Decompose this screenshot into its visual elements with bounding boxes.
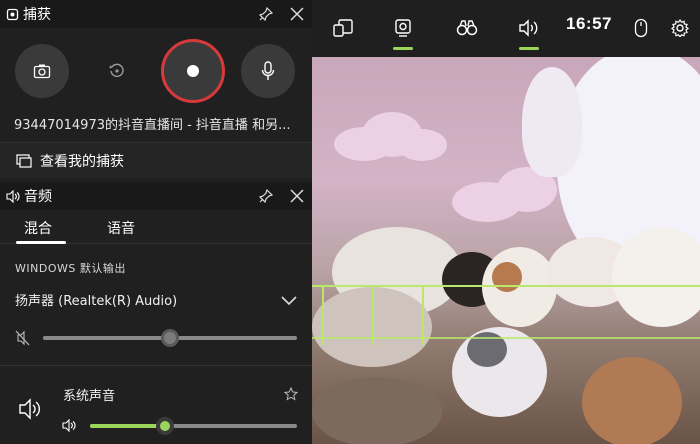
speaker-muted-icon[interactable]	[15, 330, 31, 346]
capture-icon	[393, 18, 413, 38]
speaker-icon	[518, 19, 540, 37]
chevron-down-icon[interactable]	[280, 292, 298, 306]
puppy	[612, 227, 700, 327]
capture-widget-title: 捕获	[23, 7, 51, 23]
clock: 16:57	[566, 14, 612, 33]
capture-active-indicator	[393, 47, 413, 50]
tab-voice[interactable]: 语音	[107, 218, 135, 238]
performance-widget-toggle[interactable]	[452, 14, 482, 42]
plush-toy-ear	[522, 67, 582, 177]
capture-widget-icon	[6, 8, 19, 21]
system-sound-icon	[18, 398, 44, 420]
fence-rail	[312, 285, 700, 287]
screenshot-button[interactable]	[15, 44, 69, 98]
capture-widget-header[interactable]: 捕获	[0, 0, 312, 28]
pin-icon[interactable]	[256, 186, 276, 206]
puppy	[312, 377, 442, 444]
audio-widget-toggle[interactable]	[514, 14, 544, 50]
master-volume-slider[interactable]	[43, 329, 297, 347]
audio-tabs: 混合 语音	[0, 212, 312, 244]
game-bar-top: 16:57	[312, 0, 700, 57]
microphone-button[interactable]	[241, 44, 295, 98]
camera-icon	[33, 63, 51, 79]
mouse-icon	[634, 18, 648, 38]
active-tab-indicator	[16, 241, 66, 244]
tab-mix[interactable]: 混合	[24, 218, 52, 238]
gallery-icon	[16, 153, 32, 168]
favorite-star-icon[interactable]	[284, 387, 298, 401]
output-section-label: WINDOWS 默认输出	[15, 262, 126, 275]
microphone-icon	[261, 61, 275, 81]
audio-widget-header[interactable]: 音频	[0, 182, 312, 210]
mouse-settings-button[interactable]	[626, 14, 656, 42]
widget-menu-button[interactable]	[328, 14, 358, 42]
replay-icon	[108, 62, 126, 80]
cloud-decoration	[397, 129, 447, 161]
fence-post	[372, 285, 374, 345]
fence-post	[422, 285, 424, 345]
binoculars-icon	[456, 20, 478, 36]
audio-widget-title: 音频	[24, 189, 52, 205]
pin-icon[interactable]	[256, 4, 276, 24]
system-sound-volume-slider[interactable]	[90, 417, 297, 435]
close-icon[interactable]	[287, 186, 307, 206]
master-volume-fill	[43, 336, 170, 340]
start-recording-button[interactable]	[161, 39, 225, 103]
gear-icon	[671, 19, 689, 37]
speaker-small-icon[interactable]	[62, 419, 76, 432]
capture-target-title: 93447014973的抖音直播间 - 抖音直播 和另...	[14, 118, 291, 133]
fence-rail	[312, 337, 700, 339]
widget-icon	[332, 18, 354, 38]
settings-button[interactable]	[665, 14, 695, 42]
audio-active-indicator	[519, 47, 539, 50]
system-sound-fill	[90, 424, 165, 428]
record-dot-icon	[187, 65, 199, 77]
speaker-small-icon	[6, 189, 20, 203]
puppy	[582, 357, 682, 444]
puppy	[482, 247, 557, 327]
system-sound-thumb[interactable]	[156, 417, 174, 435]
output-device-selected[interactable]: 扬声器 (Realtek(R) Audio)	[15, 290, 177, 309]
view-my-captures-link[interactable]: 查看我的捕获	[0, 142, 312, 178]
section-divider	[0, 365, 312, 366]
puppy-patch	[492, 262, 522, 292]
system-sound-label: 系统声音	[63, 389, 116, 404]
capture-widget-toggle[interactable]	[388, 14, 418, 50]
master-volume-thumb[interactable]	[161, 329, 179, 347]
record-last-30s-button[interactable]	[90, 44, 144, 98]
game-bar-left-panel: 捕获 93447014973的抖音直播间 - 抖音直播 和另... 查看我的捕获	[0, 0, 312, 444]
background-video	[312, 57, 700, 444]
fence-post	[322, 285, 324, 345]
close-icon[interactable]	[287, 4, 307, 24]
view-my-captures-label: 查看我的捕获	[40, 153, 124, 170]
